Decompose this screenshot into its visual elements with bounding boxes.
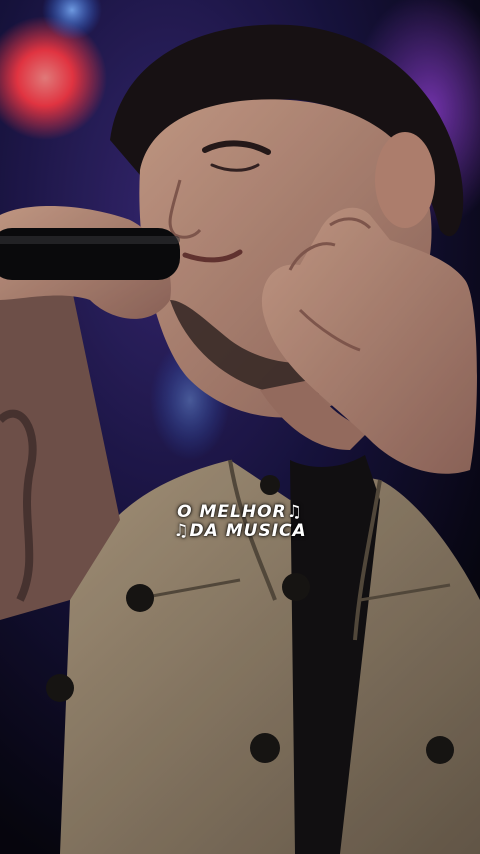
caption-line-1: O MELHOR♫ — [177, 502, 303, 522]
caption-line-2: ♫DA MUSICA — [173, 521, 307, 541]
singer-photo — [0, 0, 480, 854]
caption-overlay: O MELHOR♫ ♫DA MUSICA — [0, 503, 480, 541]
